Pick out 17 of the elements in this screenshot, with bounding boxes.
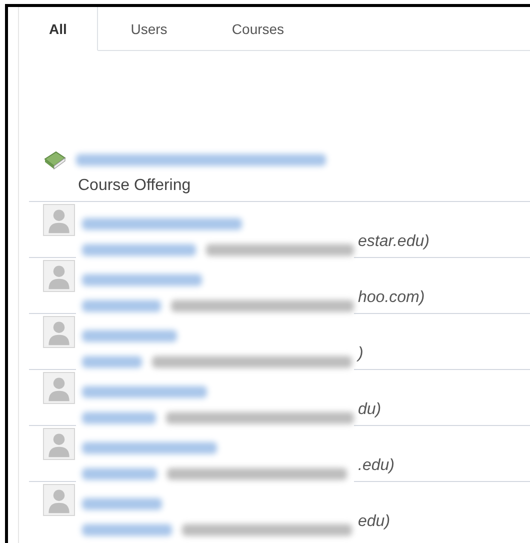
email-text: hoo.com) — [358, 289, 425, 307]
avatar-icon — [43, 260, 75, 292]
course-type-label: Course Offering — [78, 176, 192, 196]
email-text: edu) — [358, 513, 390, 531]
avatar-icon — [43, 428, 75, 460]
email-text: du) — [358, 401, 382, 419]
tab[interactable]: All — [19, 7, 98, 51]
tab[interactable]: Users — [98, 7, 200, 51]
tab[interactable]: Courses — [200, 7, 316, 51]
avatar-icon — [43, 484, 75, 516]
book-icon — [43, 150, 67, 170]
avatar-icon — [43, 316, 75, 348]
email-text: ) — [358, 345, 364, 363]
email-text: .edu) — [358, 457, 394, 475]
avatar-icon — [43, 372, 75, 404]
email-text: estar.edu) — [358, 233, 430, 251]
avatar-icon — [43, 204, 75, 236]
